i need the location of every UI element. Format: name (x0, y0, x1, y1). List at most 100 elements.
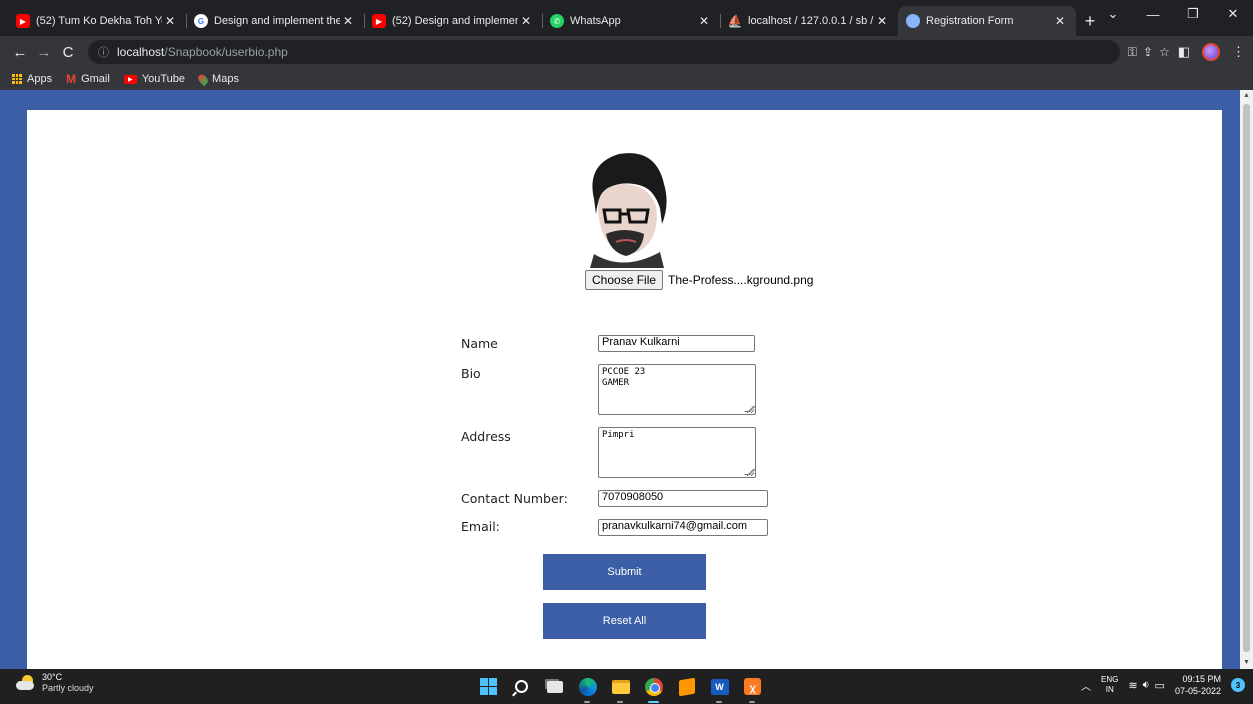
name-field[interactable]: Pranav Kulkarni (598, 335, 755, 352)
scroll-up-arrow-icon[interactable]: ▲ (1240, 90, 1253, 102)
xampp-app[interactable]: ꭓ (742, 676, 763, 703)
wifi-icon: ≋ (1128, 679, 1138, 692)
contact-number-label: Contact Number: (461, 491, 568, 506)
bookmark-youtube[interactable]: ▶ YouTube (123, 73, 185, 85)
tab-whatsapp[interactable]: ✆ WhatsApp ✕ (542, 6, 720, 36)
page-scrollbar[interactable]: ▲ ▼ (1240, 90, 1253, 669)
task-view-icon (546, 680, 563, 693)
omnibox-actions: ⚿ ⇪ ☆ (1128, 45, 1170, 60)
key-icon[interactable]: ⚿ (1128, 45, 1137, 60)
task-view-button[interactable] (544, 676, 565, 697)
email-field[interactable]: pranavkulkarni74@gmail.com (598, 519, 768, 536)
volume-icon: 🔉︎ (1142, 678, 1150, 691)
close-icon[interactable]: ✕ (162, 14, 178, 28)
start-button[interactable] (478, 676, 499, 697)
tab-registration-form[interactable]: Registration Form ✕ (898, 6, 1076, 36)
forward-arrow-icon[interactable]: → (32, 40, 56, 64)
tab-youtube-song[interactable]: ▶ (52) Tum Ko Dekha Toh Ye Khayal Aaya ✕ (8, 6, 186, 36)
address-textarea[interactable]: Pimpri (598, 427, 756, 478)
notification-badge[interactable]: 3 (1231, 678, 1245, 692)
window-controls: ⌄ — ❐ ✕ (1093, 0, 1253, 28)
scroll-down-arrow-icon[interactable]: ▼ (1240, 657, 1253, 669)
chrome-app[interactable] (643, 676, 664, 703)
clock[interactable]: 09:15 PM 07-05-2022 (1175, 673, 1221, 697)
tab-title: (52) Tum Ko Dekha Toh Ye Khayal Aaya (36, 15, 162, 27)
scroll-thumb[interactable] (1243, 104, 1250, 652)
folder-icon (611, 679, 630, 694)
choose-file-button[interactable]: Choose File (585, 270, 664, 290)
star-icon[interactable]: ☆ (1159, 45, 1170, 60)
taskbar-apps: W ꭓ (478, 676, 763, 703)
bookmark-apps[interactable]: Apps (12, 73, 52, 85)
address-bar[interactable]: ⓘ localhost /Snapbook/userbio.php (88, 40, 1120, 64)
tab-title: WhatsApp (570, 15, 621, 27)
apps-grid-icon (12, 74, 22, 84)
globe-icon (906, 14, 920, 28)
close-icon[interactable]: ✕ (340, 14, 356, 28)
bookmark-label: Apps (27, 73, 53, 85)
google-icon: G (194, 14, 208, 28)
weather-widget[interactable]: 30°C Partly cloudy (14, 672, 94, 694)
file-name: The-Profess....kground.png (668, 273, 814, 287)
close-icon[interactable]: ✕ (1052, 14, 1068, 28)
windows-logo-icon (480, 678, 497, 695)
url-host: localhost (117, 45, 165, 59)
tab-title: Design and implement the (214, 15, 340, 27)
tab-title: (52) Design and implement (392, 15, 518, 27)
tab-phpmyadmin[interactable]: ⛵ localhost / 127.0.0.1 / sb / u ✕ (720, 6, 898, 36)
word-icon: W (710, 678, 729, 695)
windows-taskbar: 30°C Partly cloudy W ꭓ ︿ ENG IN ≋ 🔉︎ ▭ 0… (0, 669, 1253, 704)
bio-textarea[interactable]: PCCOE 23 GAMER (598, 364, 756, 415)
tab-search-chevron-icon[interactable]: ⌄ (1093, 0, 1133, 28)
search-button[interactable] (511, 676, 532, 697)
share-icon[interactable]: ⇪ (1143, 45, 1153, 60)
address-label: Address (461, 429, 511, 444)
quick-settings[interactable]: ≋ 🔉︎ ▭ (1128, 679, 1165, 692)
submit-button[interactable]: Submit (543, 554, 706, 590)
file-upload: Choose File The-Profess....kground.png (585, 270, 813, 290)
reload-icon[interactable]: C (56, 40, 80, 64)
phpmyadmin-icon: ⛵ (727, 14, 743, 28)
sublime-app[interactable] (676, 676, 697, 697)
browser-toolbar: ← → C ⓘ localhost /Snapbook/userbio.php … (0, 36, 1253, 68)
page-viewport: Choose File The-Profess....kground.png N… (0, 90, 1240, 669)
reset-all-button[interactable]: Reset All (543, 603, 706, 639)
tab-google-search[interactable]: G Design and implement the ✕ (186, 6, 364, 36)
bookmark-label: Gmail (81, 73, 110, 85)
clock-date: 07-05-2022 (1174, 686, 1221, 696)
battery-icon: ▭ (1154, 679, 1165, 692)
show-hidden-icons-chevron-icon[interactable]: ︿ (1081, 678, 1091, 693)
close-icon[interactable]: ✕ (518, 14, 534, 28)
tab-title: localhost / 127.0.0.1 / sb / u (748, 15, 874, 27)
bookmark-gmail[interactable]: M Gmail (66, 72, 110, 86)
system-tray: ︿ ENG IN ≋ 🔉︎ ▭ 09:15 PM 07-05-2022 3 (1081, 673, 1245, 697)
back-arrow-icon[interactable]: ← (8, 40, 32, 64)
bookmarks-bar: Apps M Gmail ▶ YouTube Maps (0, 68, 1253, 90)
weather-condition: Partly cloudy (42, 683, 94, 693)
minimize-icon[interactable]: — (1133, 0, 1173, 28)
close-icon[interactable]: ✕ (696, 14, 712, 28)
bookmark-maps[interactable]: Maps (196, 72, 239, 86)
toolbar-right: ◧ ⋮ (1178, 43, 1245, 61)
profile-avatar-icon[interactable] (1202, 43, 1220, 61)
url-path: /Snapbook/userbio.php (164, 45, 288, 59)
file-explorer-app[interactable] (610, 676, 631, 703)
word-app[interactable]: W (709, 676, 730, 703)
side-panel-icon[interactable]: ◧ (1178, 44, 1190, 60)
close-window-icon[interactable]: ✕ (1213, 0, 1253, 28)
tab-youtube-design[interactable]: ▶ (52) Design and implement ✕ (364, 6, 542, 36)
language-code: ENG (1101, 675, 1119, 684)
menu-kebab-icon[interactable]: ⋮ (1232, 44, 1245, 60)
restore-icon[interactable]: ❐ (1173, 0, 1213, 28)
contact-number-field[interactable]: 7070908050 (598, 490, 768, 507)
region-code: IN (1105, 685, 1114, 694)
chrome-icon (644, 677, 663, 696)
close-icon[interactable]: ✕ (874, 14, 890, 28)
bio-label: Bio (461, 366, 481, 381)
edge-app[interactable] (577, 676, 598, 703)
info-icon[interactable]: ⓘ (98, 44, 109, 60)
youtube-icon: ▶ (123, 74, 137, 84)
language-indicator[interactable]: ENG IN (1101, 675, 1118, 695)
sublime-text-icon (678, 677, 695, 696)
youtube-icon: ▶ (16, 14, 30, 28)
